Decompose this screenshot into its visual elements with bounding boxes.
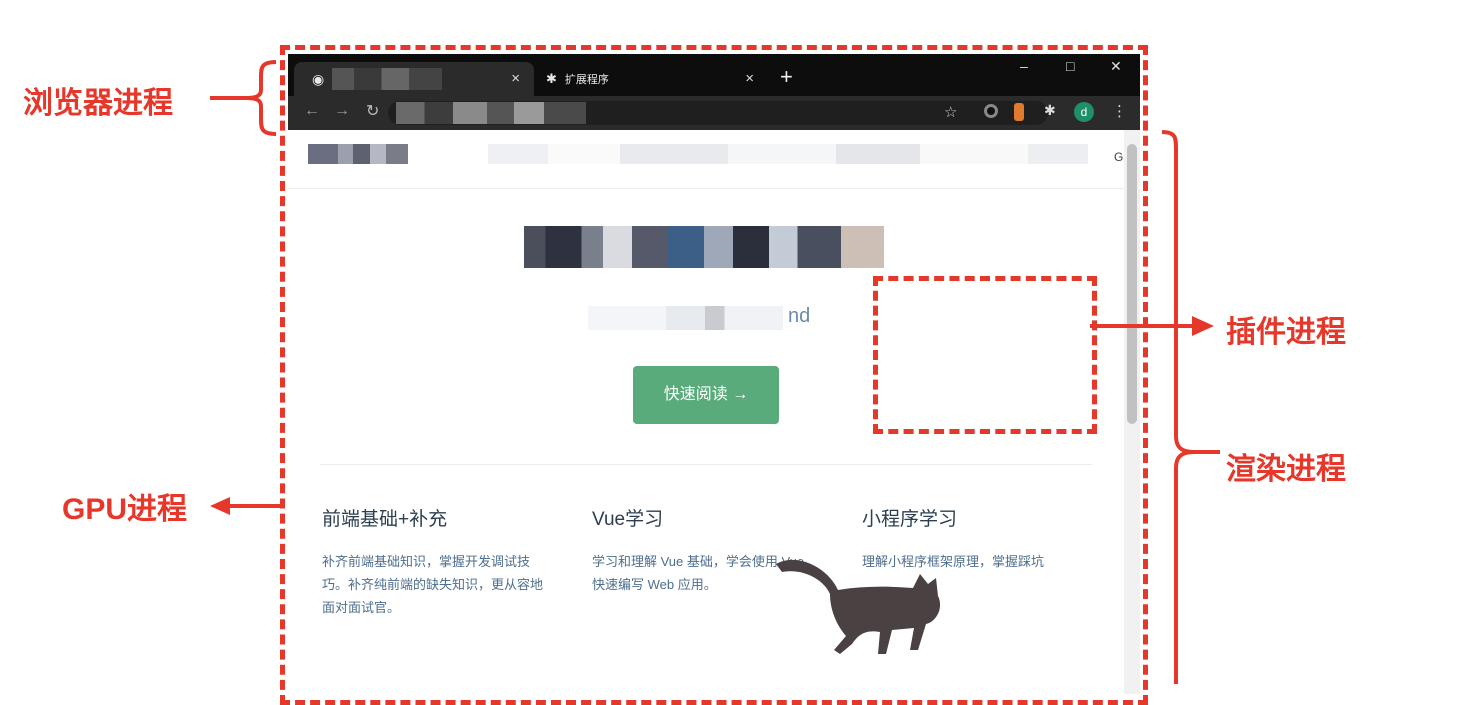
nav-right-text: G (1114, 150, 1124, 164)
tab-bar: ◉ × ✱ 扩展程序 × + – □ ✕ (288, 54, 1140, 96)
new-tab-button[interactable]: + (780, 64, 793, 90)
plugin-process-frame (873, 276, 1097, 434)
hero-title (524, 226, 884, 268)
feature-title: 前端基础+补充 (322, 509, 448, 530)
feature-desc: 补齐前端基础知识，掌握开发调试技巧。补齐纯前端的缺失知识，更从容地面对面试官。 (322, 554, 544, 615)
label-browser-process: 浏览器进程 (23, 87, 173, 120)
globe-icon: ◉ (312, 70, 325, 87)
window-close-icon[interactable]: ✕ (1110, 58, 1122, 75)
browser-toolbar: ← → ↻ ☆ ✱ d ⋮ (288, 96, 1140, 130)
menu-icon[interactable]: ⋮ (1112, 102, 1127, 120)
close-icon[interactable]: × (745, 70, 754, 87)
brace-browser-process (210, 60, 277, 136)
quick-read-label: 快速阅读 → (663, 386, 749, 403)
back-icon[interactable]: ← (304, 102, 320, 120)
tab-title: 扩展程序 (564, 74, 609, 86)
hero-divider (320, 464, 1092, 465)
quick-read-button[interactable]: 快速阅读 → (633, 366, 779, 424)
close-icon[interactable]: × (511, 70, 520, 87)
cat-illustration (776, 559, 941, 654)
extension-figure-icon[interactable] (1014, 103, 1024, 121)
arrow-gpu-process (210, 497, 284, 515)
nav-divider (288, 188, 1124, 189)
label-render-process: 渲染进程 (1226, 453, 1346, 486)
hero-subtitle-fragment: nd (788, 305, 811, 327)
brace-render-process (1161, 130, 1220, 684)
label-gpu-process: GPU进程 (62, 493, 188, 526)
star-icon[interactable]: ☆ (944, 103, 957, 121)
hero-subtitle (588, 306, 783, 330)
label-plugin-process: 插件进程 (1226, 316, 1346, 349)
maximize-icon[interactable]: □ (1066, 58, 1074, 74)
feature-title: Vue学习 (592, 509, 664, 530)
site-logo (308, 144, 408, 164)
puzzle-extensions-icon[interactable]: ✱ (1044, 102, 1056, 119)
nav-links[interactable] (488, 144, 1088, 164)
avatar[interactable]: d (1074, 102, 1094, 122)
extension-circle-icon[interactable] (984, 104, 998, 118)
minimize-icon[interactable]: – (1020, 58, 1028, 74)
forward-icon[interactable]: → (334, 102, 350, 120)
tab-active[interactable]: ◉ × (294, 62, 534, 96)
scrollbar-thumb[interactable] (1127, 144, 1137, 424)
reload-icon[interactable]: ↻ (366, 101, 379, 121)
tab-extensions[interactable]: ✱ 扩展程序 × (536, 62, 768, 96)
puzzle-icon: ✱ (546, 71, 557, 86)
feature-title: 小程序学习 (862, 509, 958, 530)
scrollbar[interactable] (1124, 130, 1140, 694)
